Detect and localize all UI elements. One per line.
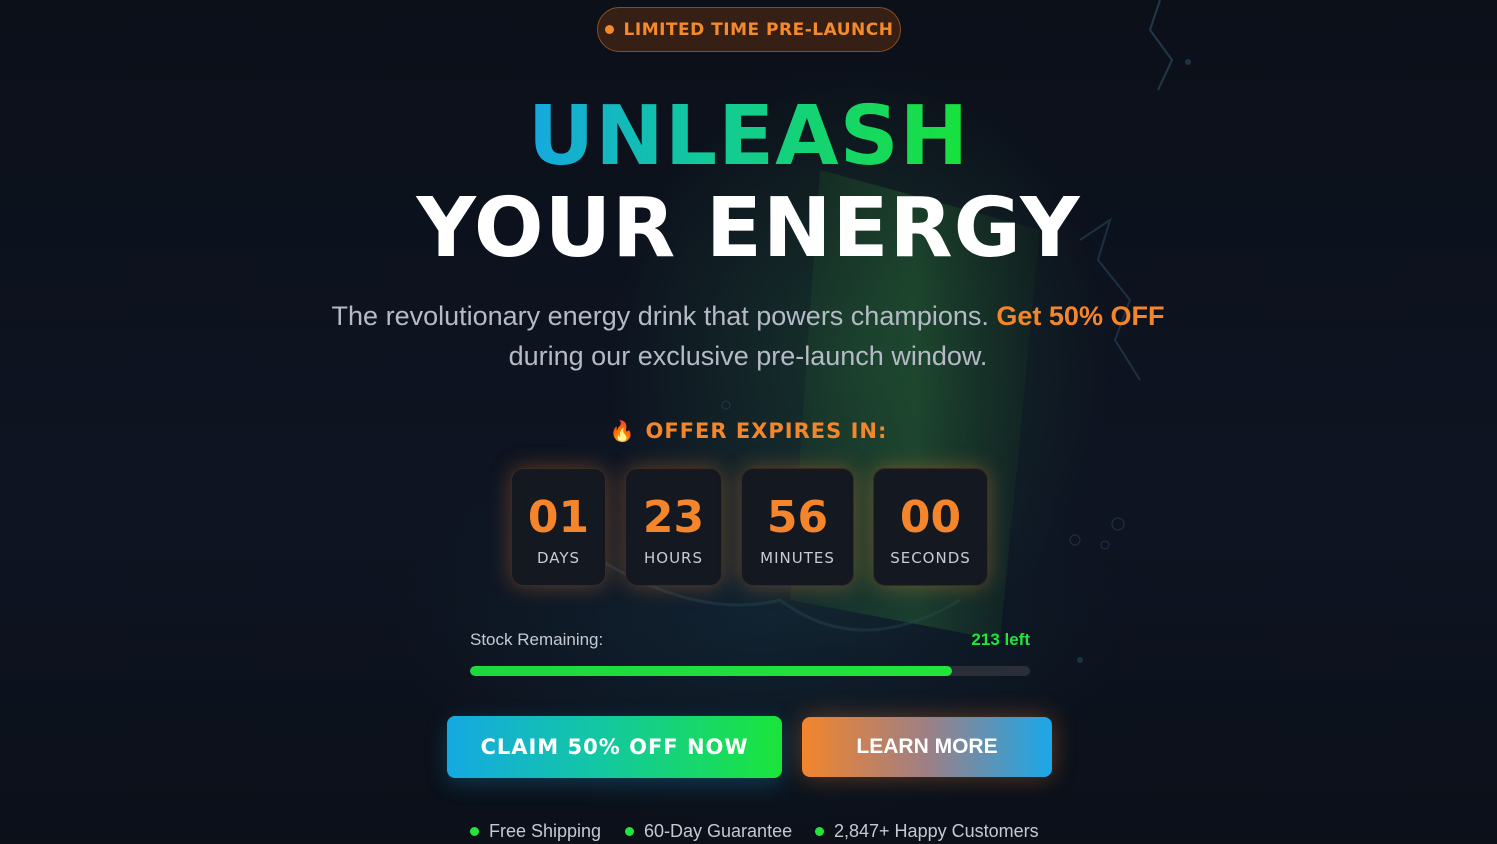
- check-dot-icon: [815, 827, 824, 836]
- perk-item-guarantee: 60-Day Guarantee: [625, 821, 792, 842]
- landing-page: LIMITED TIME PRE-LAUNCH UNLEASH YOUR ENE…: [0, 0, 1497, 844]
- subtitle-discount: Get 50% OFF: [996, 301, 1165, 331]
- stock-left-count: 213 left: [971, 630, 1030, 649]
- offer-expires-label: 🔥 OFFER EXPIRES IN:: [609, 419, 888, 443]
- badge-label: LIMITED TIME PRE-LAUNCH: [623, 19, 894, 40]
- countdown-unit: MINUTES: [760, 549, 835, 567]
- subtitle-end: during our exclusive pre-launch window.: [508, 341, 988, 371]
- countdown-value: 23: [642, 492, 705, 543]
- claim-offer-button[interactable]: CLAIM 50% OFF NOW: [447, 716, 782, 778]
- perk-item-free-shipping: Free Shipping: [470, 821, 601, 842]
- countdown-unit: SECONDS: [890, 549, 971, 567]
- fire-icon: 🔥: [609, 419, 636, 443]
- countdown-value: 00: [899, 492, 962, 543]
- countdown-value: 01: [527, 492, 590, 543]
- check-dot-icon: [625, 827, 634, 836]
- stock-remaining-label: Stock Remaining:: [470, 630, 604, 649]
- countdown-value: 56: [766, 492, 829, 543]
- hero-subtitle: The revolutionary energy drink that powe…: [248, 296, 1248, 376]
- countdown-days: 01 DAYS: [511, 468, 606, 586]
- limited-time-badge: LIMITED TIME PRE-LAUNCH: [597, 7, 901, 52]
- stock-progress-bar: [470, 666, 1030, 676]
- perk-item-customers: 2,847+ Happy Customers: [815, 821, 1039, 842]
- pulse-dot-icon: [604, 25, 614, 34]
- countdown-minutes: 56 MINUTES: [741, 468, 854, 586]
- countdown-unit: DAYS: [536, 549, 581, 567]
- countdown-seconds: 00 SECONDS: [873, 468, 988, 586]
- countdown-hours: 23 HOURS: [625, 468, 722, 586]
- stock-progress-fill: [470, 666, 952, 676]
- subtitle-start: The revolutionary energy drink that powe…: [331, 301, 989, 331]
- countdown-unit: HOURS: [643, 549, 703, 567]
- check-dot-icon: [470, 827, 479, 836]
- headline-secondary: YOUR ENERGY: [416, 181, 1081, 276]
- learn-more-button[interactable]: LEARN MORE: [802, 717, 1052, 777]
- headline-primary: UNLEASH: [527, 89, 970, 184]
